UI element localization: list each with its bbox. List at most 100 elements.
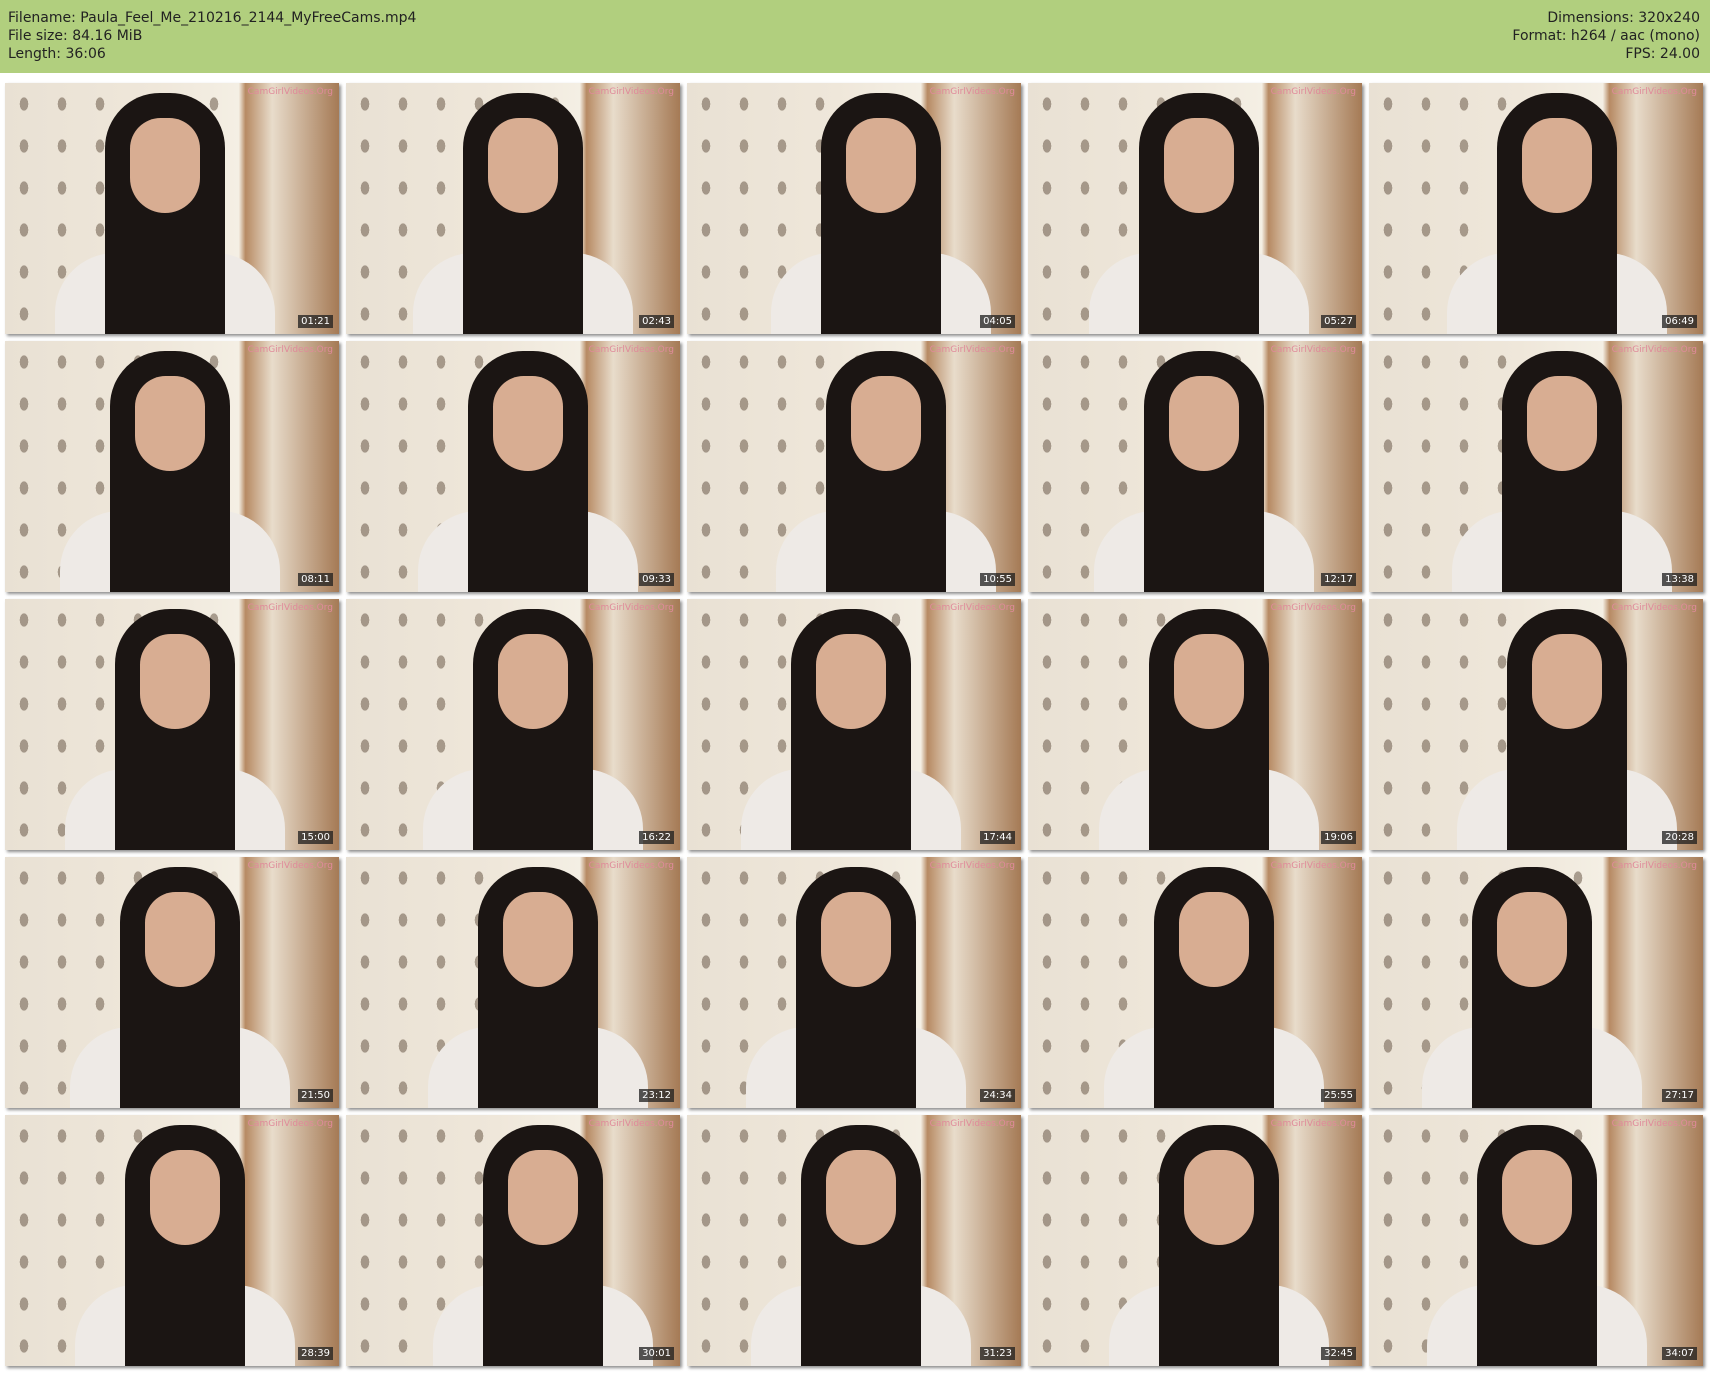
- video-thumbnail[interactable]: CamGirlVideos.Org 05:27: [1028, 83, 1362, 334]
- watermark: CamGirlVideos.Org: [1611, 603, 1697, 613]
- header-left: Filename: Paula_Feel_Me_210216_2144_MyFr…: [8, 9, 416, 63]
- video-thumbnail[interactable]: CamGirlVideos.Org 12:17: [1028, 341, 1362, 592]
- filename: Filename: Paula_Feel_Me_210216_2144_MyFr…: [8, 10, 417, 26]
- timestamp: 32:45: [1321, 1347, 1356, 1360]
- face: [816, 634, 886, 729]
- face: [1532, 634, 1602, 729]
- face: [498, 634, 568, 729]
- timestamp: 25:55: [1321, 1089, 1356, 1102]
- watermark: CamGirlVideos.Org: [588, 861, 674, 871]
- video-thumbnail[interactable]: CamGirlVideos.Org 28:39: [5, 1115, 339, 1366]
- face: [1164, 118, 1234, 213]
- timestamp: 16:22: [639, 831, 674, 844]
- timestamp: 04:05: [980, 315, 1015, 328]
- timestamp: 10:55: [980, 573, 1015, 586]
- header-right: Dimensions: 320x240 Format: h264 / aac (…: [1512, 9, 1700, 63]
- watermark: CamGirlVideos.Org: [929, 1119, 1015, 1129]
- face: [851, 376, 921, 471]
- watermark: CamGirlVideos.Org: [247, 603, 333, 613]
- watermark: CamGirlVideos.Org: [588, 345, 674, 355]
- timestamp: 08:11: [298, 573, 333, 586]
- video-thumbnail[interactable]: CamGirlVideos.Org 19:06: [1028, 599, 1362, 850]
- watermark: CamGirlVideos.Org: [588, 603, 674, 613]
- timestamp: 12:17: [1321, 573, 1356, 586]
- timestamp: 01:21: [298, 315, 333, 328]
- face: [145, 892, 215, 987]
- watermark: CamGirlVideos.Org: [1611, 345, 1697, 355]
- timestamp: 31:23: [980, 1347, 1015, 1360]
- video-thumbnail[interactable]: CamGirlVideos.Org 30:01: [346, 1115, 680, 1366]
- watermark: CamGirlVideos.Org: [588, 1119, 674, 1129]
- face: [1174, 634, 1244, 729]
- face: [503, 892, 573, 987]
- video-thumbnail[interactable]: CamGirlVideos.Org 01:21: [5, 83, 339, 334]
- video-thumbnail[interactable]: CamGirlVideos.Org 06:49: [1369, 83, 1703, 334]
- timestamp: 19:06: [1321, 831, 1356, 844]
- face: [1184, 1150, 1254, 1245]
- video-thumbnail[interactable]: CamGirlVideos.Org 17:44: [687, 599, 1021, 850]
- video-thumbnail[interactable]: CamGirlVideos.Org 02:43: [346, 83, 680, 334]
- video-thumbnail[interactable]: CamGirlVideos.Org 21:50: [5, 857, 339, 1108]
- face: [826, 1150, 896, 1245]
- face: [140, 634, 210, 729]
- face: [130, 118, 200, 213]
- face: [1522, 118, 1592, 213]
- face: [135, 376, 205, 471]
- video-thumbnail[interactable]: CamGirlVideos.Org 08:11: [5, 341, 339, 592]
- watermark: CamGirlVideos.Org: [1270, 345, 1356, 355]
- timestamp: 21:50: [298, 1089, 333, 1102]
- timestamp: 13:38: [1662, 573, 1697, 586]
- file-size: File size: 84.16 MiB: [8, 28, 143, 44]
- watermark: CamGirlVideos.Org: [1611, 87, 1697, 97]
- video-thumbnail[interactable]: CamGirlVideos.Org 24:34: [687, 857, 1021, 1108]
- video-thumbnail[interactable]: CamGirlVideos.Org 16:22: [346, 599, 680, 850]
- video-thumbnail[interactable]: CamGirlVideos.Org 09:33: [346, 341, 680, 592]
- video-thumbnail[interactable]: CamGirlVideos.Org 10:55: [687, 341, 1021, 592]
- face: [821, 892, 891, 987]
- watermark: CamGirlVideos.Org: [1270, 603, 1356, 613]
- watermark: CamGirlVideos.Org: [1611, 1119, 1697, 1129]
- timestamp: 20:28: [1662, 831, 1697, 844]
- watermark: CamGirlVideos.Org: [588, 87, 674, 97]
- length: Length: 36:06: [8, 46, 106, 62]
- face: [488, 118, 558, 213]
- timestamp: 30:01: [639, 1347, 674, 1360]
- watermark: CamGirlVideos.Org: [1270, 861, 1356, 871]
- timestamp: 34:07: [1662, 1347, 1697, 1360]
- face: [1179, 892, 1249, 987]
- watermark: CamGirlVideos.Org: [1611, 861, 1697, 871]
- video-thumbnail[interactable]: CamGirlVideos.Org 25:55: [1028, 857, 1362, 1108]
- video-thumbnail[interactable]: CamGirlVideos.Org 20:28: [1369, 599, 1703, 850]
- timestamp: 15:00: [298, 831, 333, 844]
- video-thumbnail[interactable]: CamGirlVideos.Org 34:07: [1369, 1115, 1703, 1366]
- timestamp: 17:44: [980, 831, 1015, 844]
- watermark: CamGirlVideos.Org: [929, 87, 1015, 97]
- fps: FPS: 24.00: [1625, 46, 1700, 62]
- watermark: CamGirlVideos.Org: [247, 1119, 333, 1129]
- video-thumbnail[interactable]: CamGirlVideos.Org 23:12: [346, 857, 680, 1108]
- video-thumbnail[interactable]: CamGirlVideos.Org 32:45: [1028, 1115, 1362, 1366]
- thumbnail-grid: CamGirlVideos.Org 01:21 CamGirlVideos.Org 0…: [5, 83, 1703, 1366]
- video-thumbnail[interactable]: CamGirlVideos.Org 27:17: [1369, 857, 1703, 1108]
- watermark: CamGirlVideos.Org: [929, 861, 1015, 871]
- watermark: CamGirlVideos.Org: [1270, 1119, 1356, 1129]
- watermark: CamGirlVideos.Org: [929, 345, 1015, 355]
- face: [150, 1150, 220, 1245]
- face: [846, 118, 916, 213]
- timestamp: 05:27: [1321, 315, 1356, 328]
- timestamp: 24:34: [980, 1089, 1015, 1102]
- watermark: CamGirlVideos.Org: [247, 861, 333, 871]
- format: Format: h264 / aac (mono): [1512, 28, 1700, 44]
- video-thumbnail[interactable]: CamGirlVideos.Org 04:05: [687, 83, 1021, 334]
- watermark: CamGirlVideos.Org: [929, 603, 1015, 613]
- timestamp: 23:12: [639, 1089, 674, 1102]
- video-thumbnail[interactable]: CamGirlVideos.Org 31:23: [687, 1115, 1021, 1366]
- face: [1169, 376, 1239, 471]
- dimensions: Dimensions: 320x240: [1547, 10, 1700, 26]
- watermark: CamGirlVideos.Org: [247, 87, 333, 97]
- info-header: Filename: Paula_Feel_Me_210216_2144_MyFr…: [0, 0, 1710, 73]
- face: [1502, 1150, 1572, 1245]
- video-thumbnail[interactable]: CamGirlVideos.Org 13:38: [1369, 341, 1703, 592]
- video-thumbnail[interactable]: CamGirlVideos.Org 15:00: [5, 599, 339, 850]
- face: [1527, 376, 1597, 471]
